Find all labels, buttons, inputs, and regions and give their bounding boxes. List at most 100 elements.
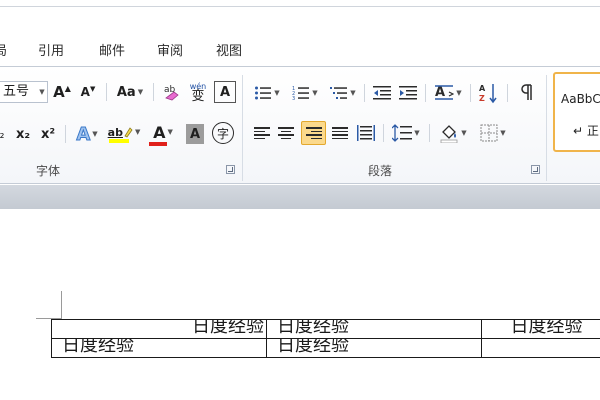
title-divider	[0, 6, 600, 7]
separator	[425, 84, 426, 102]
style-name: ↵ 正	[573, 124, 599, 138]
numbered-list-icon: 1 2 3	[292, 86, 310, 101]
justify-button[interactable]	[329, 122, 351, 144]
chinese-layout-button[interactable]: A ▼	[431, 81, 465, 105]
paragraph-group-label: 段落	[368, 164, 393, 178]
chevron-down-icon: ▼	[461, 129, 467, 137]
tab-references[interactable]: 引用	[38, 40, 64, 59]
text-effect-button[interactable]: A ▼	[71, 122, 103, 146]
tab-review[interactable]: 审阅	[157, 40, 183, 59]
group-separator	[546, 75, 547, 181]
highlight-color-bar	[109, 138, 129, 143]
numbering-button[interactable]: 1 2 3 ▼	[288, 82, 322, 104]
chevron-down-icon: ▼	[167, 128, 173, 136]
chinese-layout-icon: A	[435, 85, 455, 100]
align-right-icon	[305, 125, 322, 141]
separator	[383, 124, 384, 142]
line-spacing-icon	[392, 124, 413, 142]
highlight-inner: ab ▼	[107, 125, 141, 139]
separator	[106, 83, 107, 101]
distributed-icon	[357, 125, 375, 141]
table-row: 日度经验 日度经验 日度经验	[51, 319, 600, 339]
align-left-button[interactable]	[251, 122, 273, 144]
subscript-button[interactable]: x₂	[12, 123, 34, 145]
down-caret-icon: ▼	[89, 85, 96, 93]
font-dialog-launcher[interactable]	[226, 165, 235, 174]
decrease-indent-button[interactable]	[371, 82, 393, 104]
font-color-button[interactable]: A ▼	[146, 121, 180, 147]
character-border-button[interactable]: A	[214, 81, 236, 103]
paragraph-mark-icon	[521, 84, 532, 100]
svg-text:3: 3	[292, 96, 295, 101]
borders-icon	[480, 124, 498, 142]
ribbon-document-gap	[0, 185, 600, 209]
table-cell[interactable]	[481, 338, 600, 358]
separator	[470, 84, 471, 102]
eraser-icon: ab	[164, 85, 179, 101]
style-normal-card[interactable]: AaBbC ↵ 正	[553, 72, 600, 152]
tab-mailings[interactable]: 邮件	[99, 40, 125, 59]
separator	[507, 84, 508, 102]
line-spacing-button[interactable]: ▼	[389, 121, 423, 145]
ribbon: 五号 ▼ A ▲ A ▼ Aa ▼ ab wén 变 A ₂ x₂ x² A ▼…	[0, 66, 600, 184]
table-cell[interactable]: 日度经验	[266, 319, 482, 339]
bullet-list-icon	[255, 86, 272, 100]
chevron-down-icon: ▼	[274, 89, 280, 97]
borders-button[interactable]: ▼	[476, 121, 510, 145]
chevron-down-icon: ▼	[137, 88, 144, 96]
chevron-down-icon: ▼	[350, 89, 356, 97]
highlight-button[interactable]: ab ▼	[106, 121, 142, 147]
align-right-button[interactable]	[301, 121, 326, 145]
separator	[364, 84, 365, 102]
chevron-down-icon: ▼	[92, 130, 98, 138]
increase-indent-icon	[399, 86, 417, 100]
shrink-font-button[interactable]: A ▼	[78, 82, 98, 102]
pinyin-char: 变	[191, 89, 205, 104]
change-case-button[interactable]: Aa ▼	[113, 82, 147, 102]
table-cell[interactable]: 日度经验	[51, 319, 267, 339]
multilevel-list-button[interactable]: ▼	[326, 82, 360, 104]
font-group-label: 字体	[36, 164, 61, 178]
menu-tabs: 局 引用 邮件 审阅 视图	[0, 36, 600, 64]
title-strip	[0, 0, 600, 28]
enclose-characters-button[interactable]: 字	[212, 122, 234, 144]
document-page[interactable]: 日度经验 日度经验 日度经验 日度经验 日度经验	[0, 209, 600, 400]
decrease-indent-icon	[373, 86, 391, 100]
tab-layout[interactable]: 局	[0, 40, 7, 59]
svg-text:A: A	[435, 85, 445, 100]
sort-az-icon: A Z	[479, 84, 497, 104]
font-size-dropdown[interactable]: ▼	[36, 82, 48, 102]
document-table[interactable]: 日度经验 日度经验 日度经验 日度经验 日度经验	[51, 319, 600, 358]
style-sample-text: AaBbC	[561, 92, 600, 106]
separator	[429, 124, 430, 142]
sort-button[interactable]: A Z	[477, 80, 501, 106]
character-shading-button[interactable]: A	[186, 124, 204, 144]
chevron-down-icon: ▼	[134, 128, 141, 136]
show-marks-button[interactable]	[517, 82, 537, 104]
grow-font-button[interactable]: A ▲	[52, 82, 72, 102]
justify-icon	[332, 125, 348, 141]
align-center-button[interactable]	[275, 122, 297, 144]
bullets-button[interactable]: ▼	[250, 82, 284, 104]
chevron-down-icon: ▼	[500, 129, 506, 137]
up-caret-icon: ▲	[64, 83, 71, 93]
margin-corner-vertical	[61, 291, 62, 319]
increase-indent-button[interactable]	[397, 82, 419, 104]
font-color-bar	[149, 141, 167, 146]
phonetic-guide-button[interactable]: wén 变	[187, 79, 209, 105]
paragraph-dialog-launcher[interactable]	[531, 165, 540, 174]
distributed-button[interactable]	[355, 122, 377, 144]
align-left-icon	[254, 125, 270, 141]
superscript-button[interactable]: x²	[37, 123, 59, 145]
svg-text:Z: Z	[479, 94, 485, 103]
tab-view[interactable]: 视图	[216, 40, 242, 59]
shading-button[interactable]: ▼	[436, 121, 470, 145]
table-cell[interactable]: 日度经验	[51, 338, 267, 358]
table-cell[interactable]: 日度经验	[266, 338, 482, 358]
font-color-inner: A ▼	[153, 122, 173, 142]
clear-formatting-button[interactable]: ab	[161, 81, 183, 103]
chevron-down-icon: ▼	[414, 129, 420, 137]
separator	[153, 83, 154, 101]
table-cell[interactable]: 日度经验	[481, 319, 600, 339]
bold-fragment[interactable]: ₂	[0, 123, 8, 145]
